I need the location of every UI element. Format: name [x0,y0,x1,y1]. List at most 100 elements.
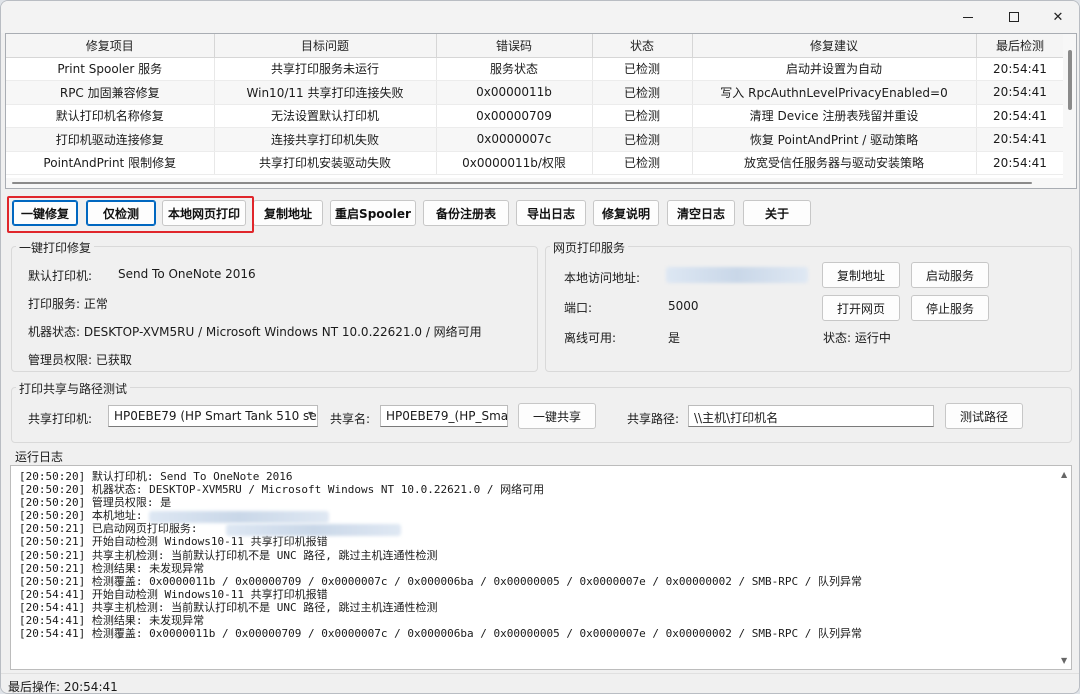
table-vertical-scrollbar[interactable] [1063,34,1076,188]
offline-label: 离线可用: [564,331,617,345]
group-title: 打印共享与路径测试 [16,380,131,397]
scroll-thumb[interactable] [12,182,1032,184]
table-cell: 已检测 [592,80,693,105]
table-cell: 已检测 [592,57,693,81]
clear-log-button[interactable]: 清空日志 [667,200,735,226]
copy-address-button[interactable]: 复制地址 [822,262,900,288]
table-row[interactable]: Print Spooler 服务 共享打印服务未运行 服务状态 已检测 启动并设… [6,57,1065,81]
chevron-down-icon[interactable]: ▾ [308,409,313,420]
last-operation-status: 最后操作: 20:54:41 [8,680,118,694]
copy-address-button[interactable]: 复制地址 [253,200,323,226]
table-cell: 恢复 PointAndPrint / 驱动策略 [692,127,977,152]
restart-spooler-button[interactable]: 重启Spooler [330,200,416,226]
test-path-button[interactable]: 测试路径 [945,403,1023,429]
default-printer-value: Send To OneNote 2016 [118,267,256,281]
table-row[interactable]: 打印机驱动连接修复 连接共享打印机失败 0x0000007c 已检测 恢复 Po… [6,127,1065,152]
log-line: [20:50:20] 管理员权限: 是 [19,496,172,510]
shared-printer-label: 共享打印机: [28,412,93,426]
shared-printer-combo[interactable]: HP0EBE79 (HP Smart Tank 510 se ▾ [108,405,318,427]
print-service-status: 打印服务: 正常 [28,297,108,311]
about-button[interactable]: 关于 [743,200,811,226]
table-horizontal-scrollbar[interactable] [6,178,1064,188]
share-path-input[interactable]: \\主机\打印机名 [688,405,934,427]
table-cell: 0x0000007c [436,127,593,152]
group-title: 网页打印服务 [550,239,629,256]
table-header: 修复项目 目标问题 错误码 状态 修复建议 最后检测 [6,34,1065,58]
repair-items-table[interactable]: 修复项目 目标问题 错误码 状态 修复建议 最后检测 Print Spooler… [5,33,1077,189]
repair-notes-button[interactable]: 修复说明 [593,200,659,226]
table-cell: 无法设置默认打印机 [214,104,437,128]
local-address-label: 本地访问地址: [564,271,641,285]
machine-status: 机器状态: DESKTOP-XVM5RU / Microsoft Windows… [28,325,482,339]
web-print-group: 网页打印服务 本地访问地址: 端口: 5000 离线可用: 是 复制地址 启动服… [545,239,1072,372]
log-scrollbar[interactable]: ▲ ▼ [1058,466,1071,669]
backup-registry-button[interactable]: 备份注册表 [423,200,509,226]
service-status: 状态: 运行中 [823,331,891,345]
title-bar: ✕ [1,1,1079,33]
one-click-share-button[interactable]: 一键共享 [518,403,596,429]
run-log-textarea[interactable]: [20:50:20] 默认打印机: Send To OneNote 2016 [… [10,465,1072,670]
port-value: 5000 [668,299,699,313]
app-window: ✕ 修复项目 目标问题 错误码 状态 修复建议 最后检测 Print Spool… [0,0,1080,694]
log-line: [20:54:41] 检测结果: 未发现异常 [19,614,205,628]
table-cell: 已检测 [592,104,693,128]
table-cell: 启动并设置为自动 [692,57,977,81]
log-lines: [20:50:20] 默认打印机: Send To OneNote 2016 [… [11,466,1071,640]
table-cell: 默认打印机名称修复 [6,104,215,128]
column-header[interactable]: 目标问题 [214,34,437,58]
table-row[interactable]: RPC 加固兼容修复 Win10/11 共享打印连接失败 0x0000011b … [6,80,1065,105]
table-cell: 已检测 [592,127,693,152]
column-header[interactable]: 最后检测 [976,34,1065,58]
share-name-label: 共享名: [330,412,371,426]
table-cell: 已检测 [592,151,693,175]
open-webpage-button[interactable]: 打开网页 [822,295,900,321]
redacted-address [226,524,401,536]
stop-service-button[interactable]: 停止服务 [911,295,989,321]
table-cell: 0x00000709 [436,104,593,128]
column-header[interactable]: 错误码 [436,34,593,58]
maximize-icon[interactable] [991,1,1037,33]
highlight-box [7,196,254,233]
log-line: [20:50:20] 机器状态: DESKTOP-XVM5RU / Micros… [19,483,545,497]
group-title: 一键打印修复 [16,239,95,256]
scroll-down-icon[interactable]: ▼ [1061,656,1067,665]
table-cell: 20:54:41 [976,80,1065,105]
table-row[interactable]: 默认打印机名称修复 无法设置默认打印机 0x00000709 已检测 清理 De… [6,104,1065,128]
repair-group: 一键打印修复 默认打印机: Send To OneNote 2016 打印服务:… [11,239,538,372]
share-path-label: 共享路径: [627,412,680,426]
table-cell: 放宽受信任服务器与驱动安装策略 [692,151,977,175]
table-cell: 20:54:41 [976,57,1065,81]
log-line: [20:50:21] 共享主机检测: 当前默认打印机不是 UNC 路径, 跳过主… [19,548,438,562]
start-service-button[interactable]: 启动服务 [911,262,989,288]
table-cell: Win10/11 共享打印连接失败 [214,80,437,105]
table-row[interactable]: PointAndPrint 限制修复 共享打印机安装驱动失败 0x0000011… [6,151,1065,175]
log-line: [20:54:41] 检测覆盖: 0x0000011b / 0x00000709… [19,627,862,641]
scroll-thumb[interactable] [1068,50,1072,110]
scroll-up-icon[interactable]: ▲ [1061,470,1067,479]
table-cell: 0x0000011b/权限 [436,151,593,175]
column-header[interactable]: 修复建议 [692,34,977,58]
table-cell: 20:54:41 [976,104,1065,128]
admin-permission-status: 管理员权限: 已获取 [28,353,132,367]
log-line: [20:50:21] 检测结果: 未发现异常 [19,561,205,575]
shared-printer-value: HP0EBE79 (HP Smart Tank 510 se [114,409,317,423]
column-header[interactable]: 修复项目 [6,34,215,58]
redacted-address [149,511,329,523]
table-cell: 连接共享打印机失败 [214,127,437,152]
table-cell: 共享打印服务未运行 [214,57,437,81]
column-header[interactable]: 状态 [592,34,693,58]
port-label: 端口: [564,301,593,315]
close-icon[interactable]: ✕ [1035,1,1079,33]
minimize-icon[interactable] [945,1,991,33]
share-name-input[interactable]: HP0EBE79_(HP_Smart_ [380,405,508,427]
table-cell: 0x0000011b [436,80,593,105]
log-line: [20:50:20] 默认打印机: Send To OneNote 2016 [19,470,293,483]
table-cell: 20:54:41 [976,127,1065,152]
log-line: [20:50:21] 检测覆盖: 0x0000011b / 0x00000709… [19,574,862,588]
default-printer-label: 默认打印机: [28,269,93,283]
log-line: [20:50:21] 已启动网页打印服务: [19,522,198,536]
table-cell: 写入 RpcAuthnLevelPrivacyEnabled=0 [692,80,977,105]
local-address-value-redacted [666,267,808,283]
table-cell: 20:54:41 [976,151,1065,175]
export-log-button[interactable]: 导出日志 [516,200,586,226]
